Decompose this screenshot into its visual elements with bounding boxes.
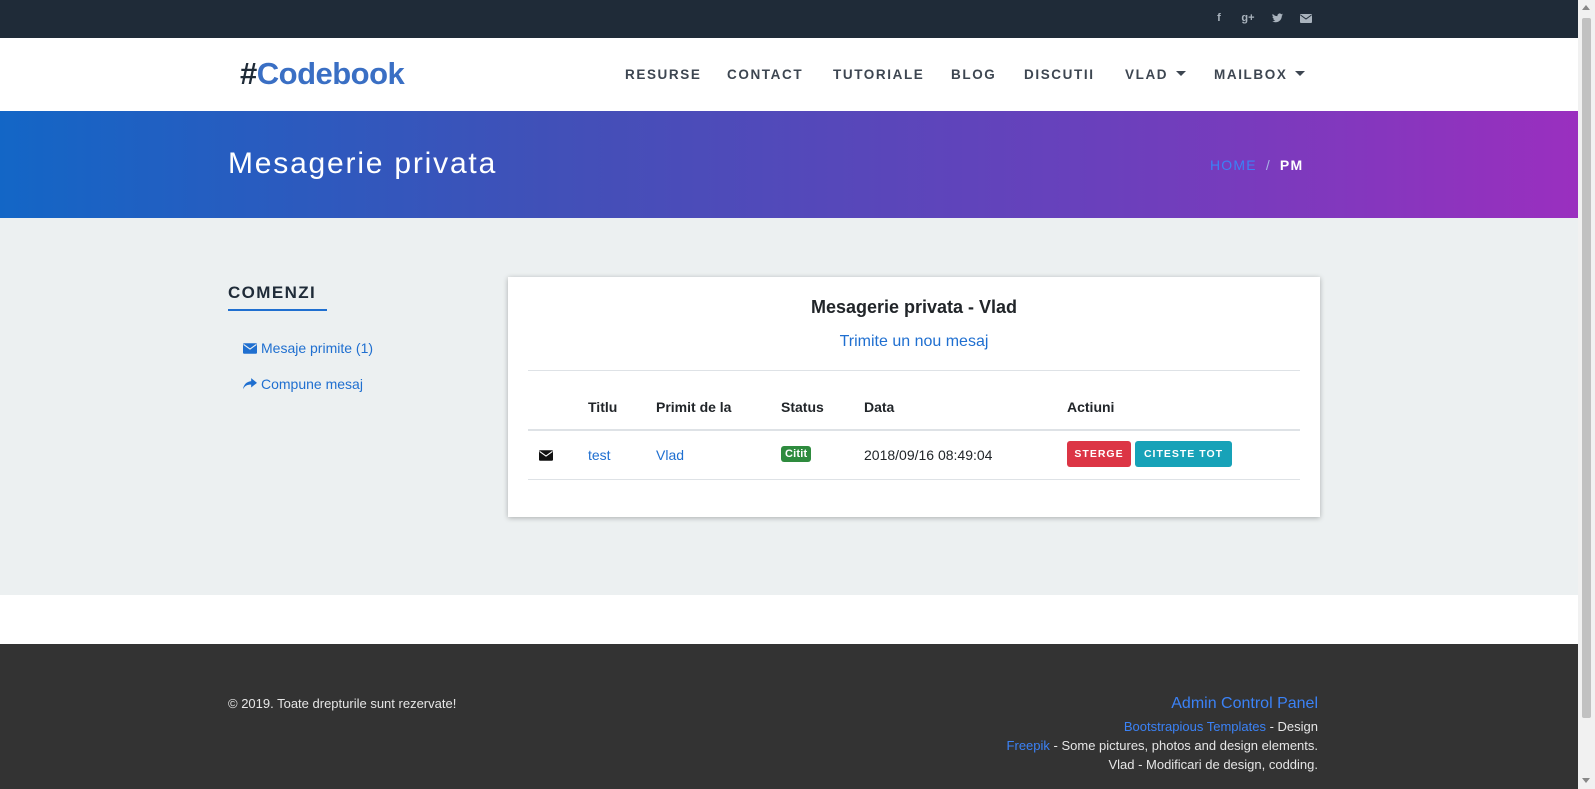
read-all-button[interactable]: CITESTE TOT: [1135, 441, 1232, 467]
credit-line: Freepik - Some pictures, photos and desi…: [1007, 738, 1318, 753]
sidebar-link-inbox[interactable]: Mesaje primite (1): [243, 340, 373, 356]
credit-link[interactable]: Bootstrapious Templates: [1124, 719, 1266, 734]
new-message-link: Trimite un nou mesaj: [508, 333, 1320, 351]
twitter-icon[interactable]: [1270, 11, 1284, 25]
envelope-icon[interactable]: [1299, 11, 1313, 25]
status-badge: Citit: [781, 446, 812, 462]
scrollbar-thumb[interactable]: [1582, 18, 1591, 718]
credit-line: Bootstrapious Templates - Design: [1124, 719, 1318, 734]
share-arrow-icon: [243, 378, 257, 390]
nav-mailbox-dropdown[interactable]: MAILBOX: [1214, 67, 1306, 82]
new-message-link-text[interactable]: Trimite un nou mesaj: [840, 333, 989, 350]
nav-tutoriale[interactable]: TUTORIALE: [833, 67, 924, 82]
copyright-text: © 2019. Toate drepturile sunt rezervate!: [228, 696, 457, 711]
breadcrumb: HOME / PM: [1210, 157, 1303, 173]
nav-contact[interactable]: CONTACT: [727, 67, 803, 82]
nav-mailbox-label: MAILBOX: [1214, 67, 1288, 82]
message-title-link[interactable]: test: [588, 447, 611, 463]
column-header-status: Status: [781, 399, 824, 415]
divider: [528, 370, 1300, 371]
logo-hash: #: [240, 56, 257, 91]
top-bar: f g+: [0, 0, 1578, 38]
column-header-from: Primit de la: [656, 399, 732, 415]
google-plus-icon[interactable]: g+: [1241, 11, 1255, 25]
nav-resurse[interactable]: RESURSE: [625, 67, 701, 82]
envelope-icon: [539, 448, 553, 466]
footer: © 2019. Toate drepturile sunt rezervate!…: [0, 644, 1578, 789]
sidebar-link-label: Mesaje primite (1): [261, 340, 374, 356]
sidebar-title-underline: [228, 309, 327, 311]
credit-line: Vlad - Modificari de design, codding.: [1108, 757, 1318, 772]
page-title: Mesagerie privata: [228, 147, 498, 180]
site-logo[interactable]: #Codebook: [240, 56, 405, 92]
nav-discutii[interactable]: DISCUTII: [1024, 67, 1095, 82]
admin-panel-link: Admin Control Panel: [1171, 695, 1318, 713]
page-scrollbar[interactable]: [1578, 0, 1595, 789]
scroll-up-arrow-icon[interactable]: [1582, 5, 1590, 10]
credit-text: Vlad - Modificari de design, codding.: [1108, 757, 1318, 772]
admin-panel-link-text[interactable]: Admin Control Panel: [1171, 695, 1318, 712]
page-header: Mesagerie privata HOME / PM: [0, 111, 1578, 218]
caret-down-icon: [1176, 70, 1187, 76]
delete-button[interactable]: STERGE: [1067, 441, 1131, 467]
messages-card: Mesagerie privata - Vlad Trimite un nou …: [508, 277, 1320, 517]
table-header-divider: [528, 429, 1300, 431]
credit-link[interactable]: Freepik: [1007, 738, 1050, 753]
message-date: 2018/09/16 08:49:04: [864, 447, 993, 463]
column-header-titlu: Titlu: [588, 399, 618, 415]
logo-text: Codebook: [256, 56, 405, 91]
nav-user-label: VLAD: [1125, 67, 1169, 82]
main-navbar: #Codebook RESURSE CONTACT TUTORIALE BLOG…: [0, 38, 1578, 111]
sidebar-title: COMENZI: [228, 283, 317, 302]
column-header-data: Data: [864, 399, 895, 415]
credit-text: - Design: [1265, 719, 1318, 734]
breadcrumb-home[interactable]: HOME: [1210, 157, 1257, 173]
breadcrumb-current: PM: [1279, 157, 1304, 173]
sidebar-link-label: Compune mesaj: [261, 376, 363, 392]
nav-blog[interactable]: BLOG: [951, 67, 996, 82]
column-header-actions: Actiuni: [1067, 399, 1115, 415]
main-content: COMENZI Mesaje primite (1) Compune mesaj…: [0, 218, 1578, 595]
sender-link[interactable]: Vlad: [656, 447, 684, 463]
envelope-icon: [243, 342, 257, 354]
card-title: Mesagerie privata - Vlad: [810, 297, 1018, 317]
sidebar-link-compose[interactable]: Compune mesaj: [243, 376, 363, 392]
nav-user-dropdown[interactable]: VLAD: [1125, 67, 1187, 82]
breadcrumb-separator: /: [1265, 157, 1271, 173]
caret-down-icon: [1295, 70, 1306, 76]
table-bottom-divider: [528, 479, 1300, 480]
facebook-icon[interactable]: f: [1212, 11, 1226, 25]
credit-text: - Some pictures, photos and design eleme…: [1049, 738, 1318, 753]
scroll-down-arrow-icon[interactable]: [1582, 778, 1590, 783]
